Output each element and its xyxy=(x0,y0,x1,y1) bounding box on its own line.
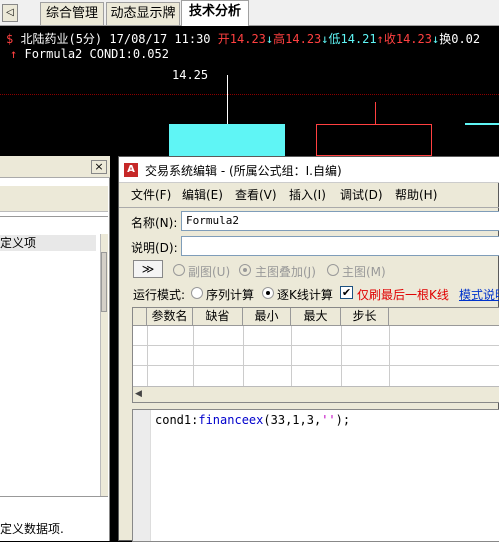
name-input[interactable]: Formula2 xyxy=(181,211,499,231)
turnover: 换0.02 xyxy=(439,32,481,46)
open-price: 开14.23 xyxy=(217,32,266,46)
kline-chart[interactable]: $ 北陆药业(5分) 17/08/17 11:30 开14.23↓高14.23↓… xyxy=(0,26,499,156)
panel-toolbar xyxy=(0,186,108,212)
only-last-bar-label: 仅刷最后一根K线 xyxy=(357,288,449,302)
candle-cyan xyxy=(169,124,285,156)
grid-body xyxy=(133,326,499,386)
radio-main-overlay[interactable] xyxy=(239,264,251,276)
code-line: cond1:financeex(33,1,3,''); xyxy=(155,413,350,427)
grid-line xyxy=(0,94,499,95)
code-function: financeex xyxy=(198,413,264,427)
radio-sequence-calc-label: 序列计算 xyxy=(206,288,255,302)
column-header-default: 缺省 xyxy=(193,308,243,326)
editor-gutter xyxy=(133,410,151,541)
candle-wick xyxy=(375,102,376,125)
description-label: 说明(D): xyxy=(131,241,178,255)
panel-footer-label: 定义数据项. xyxy=(0,522,64,536)
menu-file[interactable]: 文件(F) xyxy=(131,185,171,205)
dollar-icon: $ xyxy=(6,32,14,46)
radio-sub-chart[interactable] xyxy=(173,264,185,276)
menu-insert[interactable]: 插入(I) xyxy=(289,185,326,205)
arrow-up-icon: ↑ xyxy=(376,32,384,46)
chart-header: $ 北陆药业(5分) 17/08/17 11:30 开14.23↓高14.23↓… xyxy=(6,30,480,47)
formula-manager-panel: × 定义项 定义数据项. xyxy=(0,156,110,541)
tab-bar: ◁ 综合管理 动态显示牌 技术分析 xyxy=(0,0,499,26)
panel-scroll-thumb[interactable] xyxy=(101,252,107,312)
column-header-max: 最大 xyxy=(291,308,341,326)
tab-scroll-left-button[interactable]: ◁ xyxy=(2,4,18,22)
arrow-down-icon: ↓ xyxy=(321,32,329,46)
divider xyxy=(119,207,499,208)
radio-tick-calc[interactable] xyxy=(262,287,274,299)
code-editor[interactable]: cond1:financeex(33,1,3,''); xyxy=(132,409,499,542)
description-input[interactable] xyxy=(181,236,499,256)
only-last-bar-checkbox[interactable]: ✔ xyxy=(340,286,353,299)
formula-value: Formula2 COND1:0.052 xyxy=(24,47,169,61)
menu-edit[interactable]: 编辑(E) xyxy=(182,185,223,205)
close-price: 收14.23 xyxy=(383,32,432,46)
run-mode-label: 运行模式: xyxy=(133,288,186,302)
radio-sub-chart-label: 副图(U) xyxy=(188,265,231,279)
code-args: (33,1,3, xyxy=(263,413,322,427)
radio-main-chart-label: 主图(M) xyxy=(342,265,386,279)
radio-sequence-calc[interactable] xyxy=(191,287,203,299)
candle-wick xyxy=(227,75,228,125)
bar-datetime: 17/08/17 11:30 xyxy=(109,32,211,46)
stock-name: 北陆药业(5分) xyxy=(20,32,103,46)
parameter-grid[interactable]: 参数名 缺省 最小 最大 步长 ◀ xyxy=(132,307,499,403)
column-header-empty xyxy=(389,308,499,326)
mode-help-link[interactable]: 模式说明 xyxy=(459,286,499,303)
radio-main-chart[interactable] xyxy=(327,264,339,276)
dialog-titlebar: A 交易系统编辑 - (所属公式组：I.自编) xyxy=(119,157,499,183)
candle-red xyxy=(316,124,432,156)
menu-debug[interactable]: 调试(D) xyxy=(340,185,383,205)
panel-close-button[interactable]: × xyxy=(91,160,107,174)
candle-cyan-small xyxy=(465,123,499,125)
code-end: ); xyxy=(335,413,351,427)
arrow-up-icon: ↑ xyxy=(10,47,18,61)
grid-horizontal-scrollbar[interactable]: ◀ xyxy=(133,386,499,402)
dialog-title: 交易系统编辑 - (所属公式组：I.自编) xyxy=(145,164,342,178)
low-price: 低14.21 xyxy=(328,32,377,46)
panel-list[interactable] xyxy=(0,216,108,496)
panel-list-item[interactable]: 定义项 xyxy=(0,235,96,251)
column-header-step: 步长 xyxy=(341,308,389,326)
trading-system-editor-dialog: A 交易系统编辑 - (所属公式组：I.自编) 文件(F) 编辑(E) 查看(V… xyxy=(118,156,499,542)
scroll-left-icon[interactable]: ◀ xyxy=(135,389,142,399)
code-string: '' xyxy=(321,413,336,427)
tab-technical-analysis[interactable]: 技术分析 xyxy=(181,0,249,26)
menu-view[interactable]: 查看(V) xyxy=(235,185,277,205)
tab-comprehensive[interactable]: 综合管理 xyxy=(40,2,104,25)
menu-help[interactable]: 帮助(H) xyxy=(395,185,437,205)
price-level-label: 14.25 xyxy=(172,68,209,82)
radio-tick-calc-label: 逐K线计算 xyxy=(277,288,333,302)
high-price: 高14.23 xyxy=(273,32,322,46)
column-header-min: 最小 xyxy=(243,308,291,326)
menu-bar: 文件(F) 编辑(E) 查看(V) 插入(I) 调试(D) 帮助(H) xyxy=(119,185,499,205)
app-icon: A xyxy=(123,162,139,178)
expand-button[interactable]: ≫ xyxy=(133,260,163,278)
code-variable: cond1 xyxy=(155,413,192,427)
radio-main-overlay-label: 主图叠加(J) xyxy=(255,265,316,279)
formula-readout: ↑ Formula2 COND1:0.052 xyxy=(10,47,169,61)
grid-row-header xyxy=(133,308,147,326)
tab-dynamic-board[interactable]: 动态显示牌 xyxy=(106,2,180,25)
column-header-param-name: 参数名 xyxy=(147,308,193,326)
name-label: 名称(N): xyxy=(131,216,178,230)
